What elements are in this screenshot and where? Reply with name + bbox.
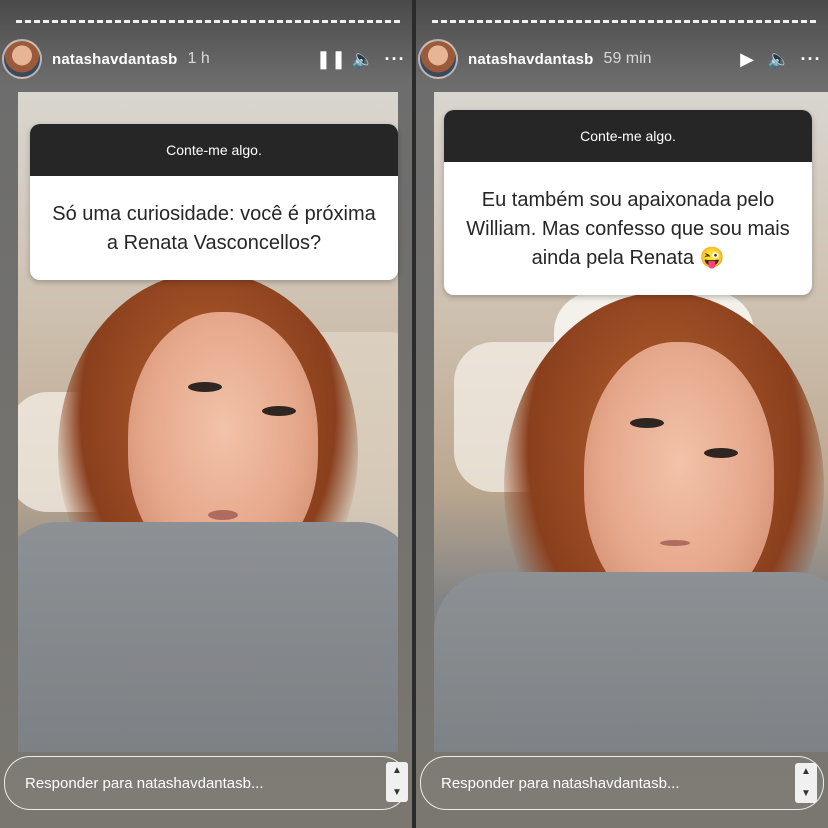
username[interactable]: natashavdantasb (468, 51, 594, 68)
eye (630, 418, 664, 428)
question-sticker: Conte-me algo. Só uma curiosidade: você … (30, 124, 398, 280)
chevron-up-icon[interactable]: ▲ (392, 762, 402, 780)
question-answer: Eu também sou apaixonada pelo William. M… (444, 162, 812, 295)
timestamp: 59 min (603, 50, 652, 67)
volume-icon[interactable]: 🔈 (768, 48, 790, 70)
play-icon[interactable]: ▶ (736, 48, 758, 70)
question-header: Conte-me algo. (444, 110, 812, 162)
scroll-stepper[interactable]: ▲ ▼ (386, 762, 408, 802)
eye (262, 406, 296, 416)
mouth (660, 540, 690, 546)
mouth (208, 510, 238, 520)
reply-placeholder: Responder para natashavdantasb... (441, 774, 680, 792)
eye (188, 382, 222, 392)
chevron-down-icon[interactable]: ▼ (801, 785, 811, 803)
avatar[interactable] (418, 39, 458, 79)
scroll-stepper[interactable]: ▲ ▼ (795, 763, 817, 803)
playback-controls: ❚❚ 🔈 ··· (316, 38, 406, 80)
story-header: natashavdantasb 59 min ▶ 🔈 ··· (416, 38, 828, 80)
pause-icon[interactable]: ❚❚ (316, 48, 346, 70)
playback-controls: ▶ 🔈 ··· (736, 38, 822, 80)
story-progress-bar (432, 20, 816, 23)
username[interactable]: natashavdantasb (52, 51, 178, 68)
story-panel-left[interactable]: natashavdantasb 1 h ❚❚ 🔈 ··· Conte-me al… (0, 0, 412, 828)
more-options-icon[interactable]: ··· (800, 48, 822, 70)
question-answer: Só uma curiosidade: você é próxima a Ren… (30, 176, 398, 280)
chevron-down-icon[interactable]: ▼ (392, 784, 402, 802)
reply-input[interactable]: Responder para natashavdantasb... (4, 756, 408, 810)
shirt (434, 572, 828, 752)
chevron-up-icon[interactable]: ▲ (801, 763, 811, 781)
story-header: natashavdantasb 1 h ❚❚ 🔈 ··· (0, 38, 412, 80)
question-sticker: Conte-me algo. Eu também sou apaixonada … (444, 110, 812, 295)
story-panel-right[interactable]: natashavdantasb 59 min ▶ 🔈 ··· Conte-me … (416, 0, 828, 828)
shirt (18, 522, 398, 752)
reply-placeholder: Responder para natashavdantasb... (25, 774, 264, 792)
eye (704, 448, 738, 458)
story-progress-bar (16, 20, 400, 23)
reply-input[interactable]: Responder para natashavdantasb... ▲ ▼ (420, 756, 824, 810)
volume-icon[interactable]: 🔈 (352, 48, 374, 70)
avatar[interactable] (2, 39, 42, 79)
question-header: Conte-me algo. (30, 124, 398, 176)
more-options-icon[interactable]: ··· (384, 48, 406, 70)
timestamp: 1 h (187, 50, 210, 67)
